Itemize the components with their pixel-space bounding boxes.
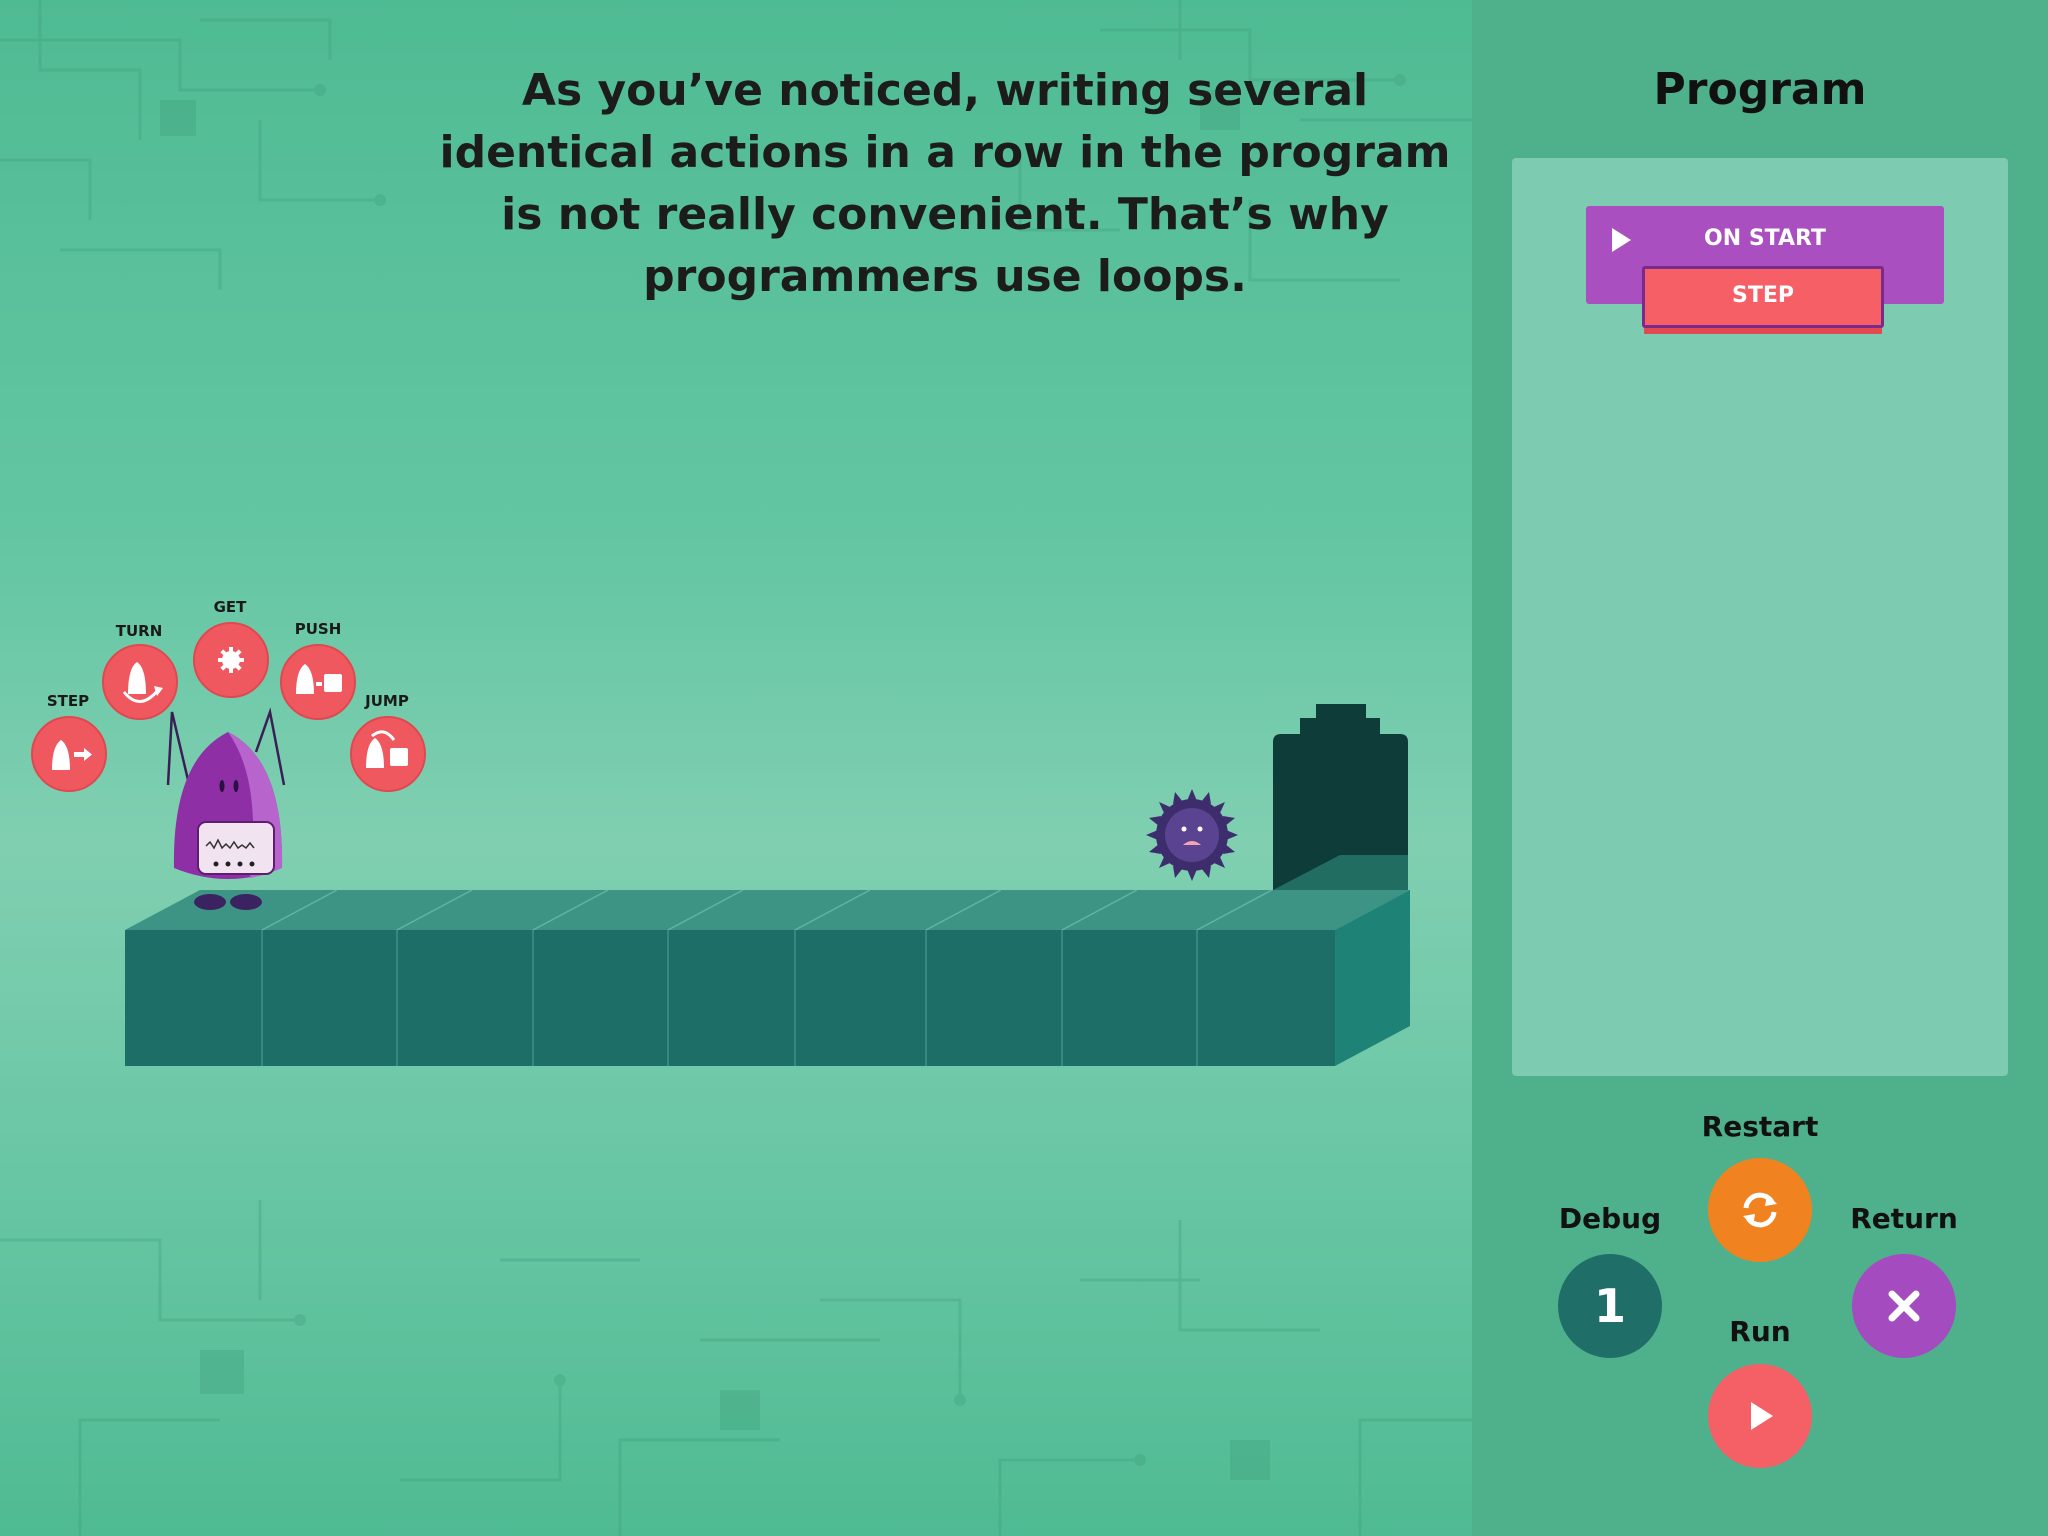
refresh-icon — [1743, 1192, 1777, 1228]
action-step-label: STEP — [47, 692, 89, 710]
game-stage: As you’ve noticed, writing several ident… — [0, 0, 1472, 1536]
castle-door-goal — [1273, 704, 1408, 890]
on-start-label: ON START — [1704, 226, 1826, 251]
restart-button[interactable] — [1708, 1158, 1812, 1262]
game-world: STEP TURN GET PUSH JUMP — [31, 598, 1410, 1066]
robot-character — [166, 707, 286, 910]
gear-icon — [218, 647, 244, 673]
program-panel: Program ON START STEP Restart Debug 1 Re… — [1472, 0, 2048, 1536]
run-button[interactable] — [1708, 1364, 1812, 1468]
action-turn[interactable]: TURN — [102, 622, 178, 720]
action-get-label: GET — [214, 598, 248, 616]
run-label: Run — [1729, 1315, 1791, 1348]
action-jump-label: JUMP — [364, 692, 409, 710]
tile-path — [125, 889, 1410, 1066]
step-block[interactable]: STEP — [1642, 266, 1884, 328]
return-label: Return — [1850, 1202, 1958, 1235]
program-workspace[interactable]: ON START STEP — [1512, 158, 2008, 1076]
on-start-block[interactable]: ON START STEP — [1586, 206, 1944, 328]
virus-enemy — [1146, 789, 1238, 881]
step-block-label: STEP — [1731, 283, 1794, 308]
panel-title: Program — [1653, 64, 1867, 115]
action-jump[interactable]: JUMP — [350, 692, 426, 792]
action-get[interactable]: GET — [193, 598, 269, 698]
close-icon — [1888, 1290, 1920, 1322]
play-icon — [1751, 1402, 1773, 1430]
action-push-label: PUSH — [295, 620, 342, 638]
restart-label: Restart — [1701, 1110, 1819, 1143]
action-step[interactable]: STEP — [31, 692, 107, 792]
action-turn-label: TURN — [116, 622, 163, 640]
debug-label: Debug — [1558, 1202, 1662, 1235]
action-push[interactable]: PUSH — [280, 620, 356, 720]
return-button[interactable] — [1852, 1254, 1956, 1358]
debug-button[interactable]: 1 — [1558, 1254, 1662, 1358]
